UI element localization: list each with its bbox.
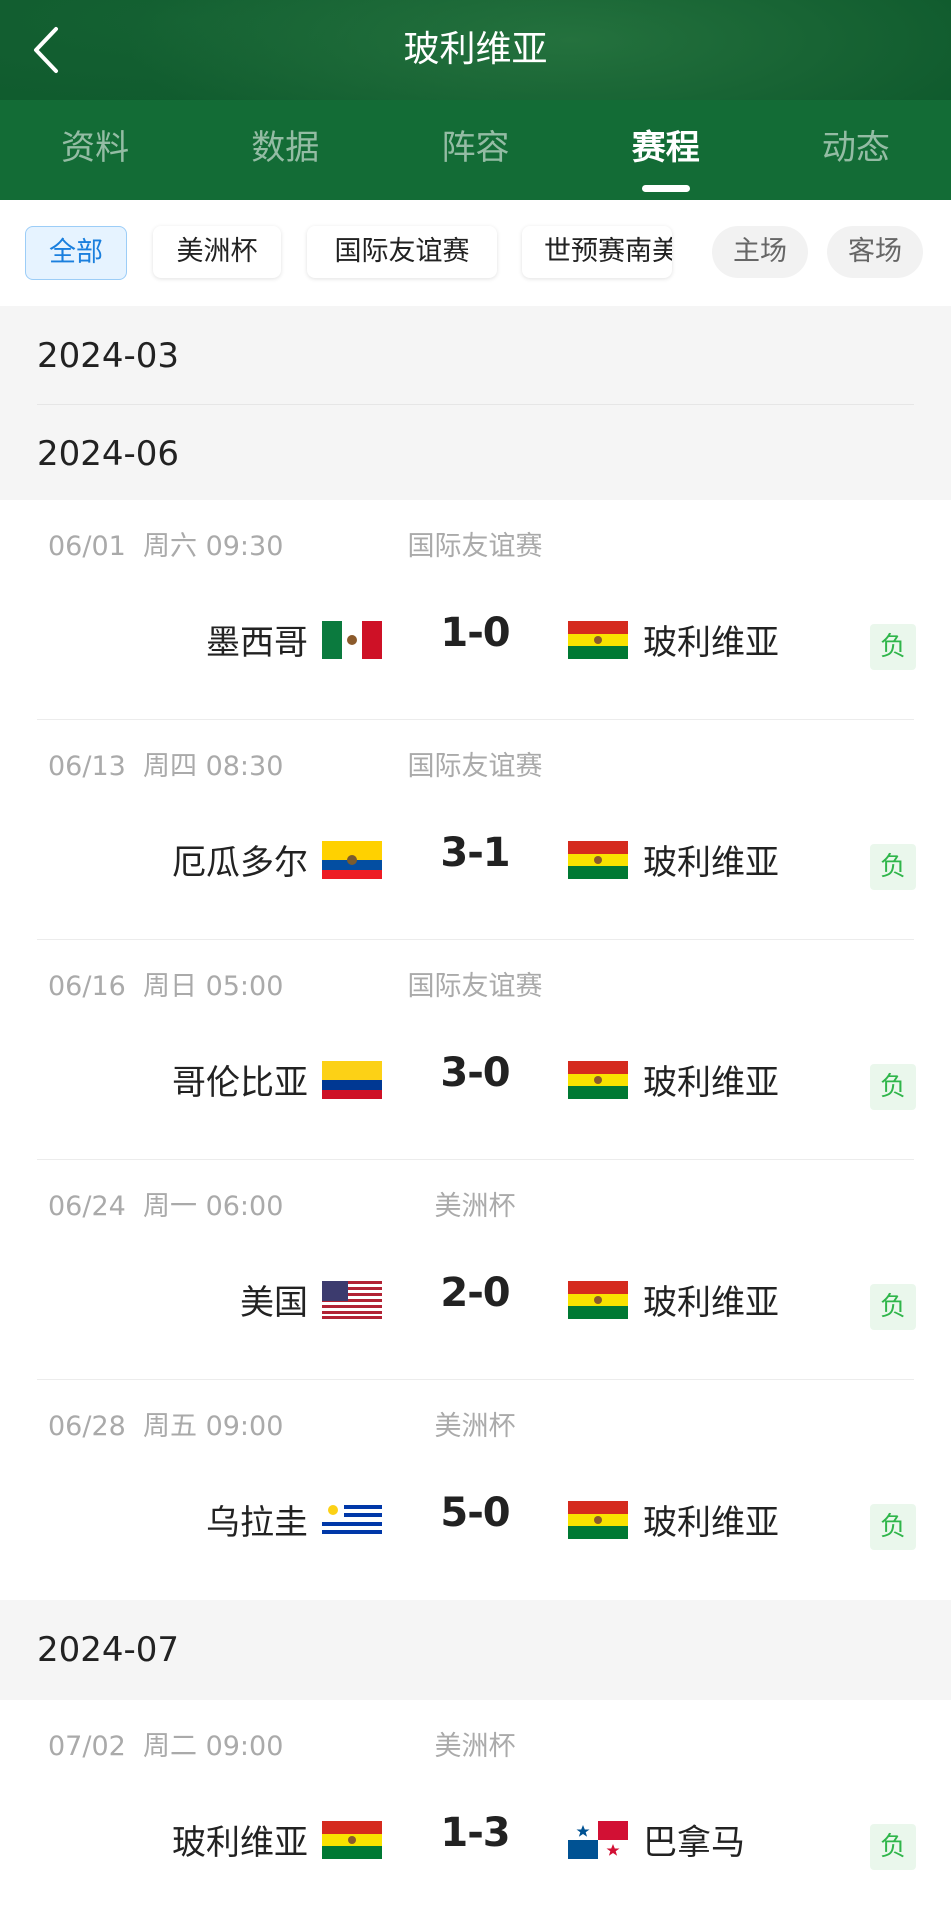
home-team: 厄瓜多尔 — [172, 843, 308, 883]
month-label[interactable]: 2024-03 — [37, 336, 179, 376]
bolivia-flag-icon — [568, 1501, 628, 1539]
match-row[interactable]: 06/01 周六 09:30 国际友谊赛 墨西哥 1-0 玻利维亚 负 — [0, 500, 951, 720]
match-score: 3-0 — [440, 1050, 510, 1096]
away-team: 玻利维亚 — [643, 843, 779, 883]
result-badge: 负 — [870, 624, 916, 670]
header: 玻利维亚 资料 数据 阵容 赛程 动态 — [0, 0, 951, 200]
away-team: 玻利维亚 — [643, 1503, 779, 1543]
away-team: 玻利维亚 — [643, 1063, 779, 1103]
match-competition: 美洲杯 — [434, 1411, 516, 1442]
bolivia-flag-icon — [322, 1821, 382, 1859]
match-competition: 国际友谊赛 — [407, 751, 543, 782]
match-competition: 国际友谊赛 — [407, 971, 543, 1002]
tab-news[interactable]: 动态 — [761, 100, 951, 200]
bolivia-flag-icon — [568, 1281, 628, 1319]
match-row[interactable]: 06/28 周五 09:00 美洲杯 乌拉圭 5-0 玻利维亚 负 — [0, 1380, 951, 1600]
tab-bar: 资料 数据 阵容 赛程 动态 — [0, 100, 951, 200]
uruguay-flag-icon — [322, 1501, 382, 1539]
match-score: 3-1 — [440, 830, 510, 876]
match-score: 5-0 — [440, 1490, 510, 1536]
away-team: 玻利维亚 — [643, 623, 779, 663]
home-team: 乌拉圭 — [206, 1503, 308, 1543]
match-datetime: 06/01 周六 09:30 — [48, 531, 284, 562]
result-badge: 负 — [870, 1824, 916, 1870]
ecuador-flag-icon — [322, 841, 382, 879]
tab-profile[interactable]: 资料 — [0, 100, 190, 200]
match-row[interactable]: 06/13 周四 08:30 国际友谊赛 厄瓜多尔 3-1 玻利维亚 负 — [0, 720, 951, 940]
mexico-flag-icon — [322, 621, 382, 659]
match-score: 2-0 — [440, 1270, 510, 1316]
bolivia-flag-icon — [568, 841, 628, 879]
filter-bar: 全部 美洲杯 国际友谊赛 世预赛南美 主场 客场 — [0, 200, 951, 306]
match-datetime: 06/28 周五 09:00 — [48, 1411, 284, 1442]
match-competition: 美洲杯 — [434, 1731, 516, 1762]
chevron-left-icon — [34, 27, 58, 73]
home-team: 哥伦比亚 — [172, 1063, 308, 1103]
filter-away[interactable]: 客场 — [827, 226, 923, 278]
match-datetime: 06/16 周日 05:00 — [48, 971, 284, 1002]
match-datetime: 06/24 周一 06:00 — [48, 1191, 284, 1222]
result-badge: 负 — [870, 844, 916, 890]
match-row[interactable]: 06/24 周一 06:00 美洲杯 美国 2-0 玻利维亚 负 — [0, 1160, 951, 1380]
month-section: 2024-03 2024-06 — [0, 306, 951, 500]
match-competition: 国际友谊赛 — [407, 531, 543, 562]
top-bar: 玻利维亚 — [0, 0, 951, 100]
filter-home[interactable]: 主场 — [712, 226, 808, 278]
divider — [37, 404, 914, 405]
away-team: 巴拿马 — [643, 1823, 745, 1863]
match-score: 1-0 — [440, 610, 510, 656]
panama-flag-icon — [568, 1821, 628, 1859]
filter-friendly[interactable]: 国际友谊赛 — [307, 226, 497, 278]
match-row[interactable]: 07/02 周二 09:00 美洲杯 玻利维亚 1-3 巴拿马 负 — [0, 1700, 951, 1920]
month-section: 2024-07 — [0, 1600, 951, 1700]
filter-copa-america[interactable]: 美洲杯 — [153, 226, 281, 278]
result-badge: 负 — [870, 1284, 916, 1330]
tab-schedule[interactable]: 赛程 — [571, 100, 761, 200]
back-button[interactable] — [22, 20, 82, 80]
filter-wc-qualifier[interactable]: 世预赛南美 — [522, 226, 672, 278]
home-team: 墨西哥 — [206, 623, 308, 663]
page-title: 玻利维亚 — [403, 29, 548, 70]
match-score: 1-3 — [440, 1810, 510, 1856]
month-label[interactable]: 2024-06 — [37, 434, 179, 474]
match-competition: 美洲杯 — [434, 1191, 516, 1222]
match-datetime: 06/13 周四 08:30 — [48, 751, 284, 782]
filter-all[interactable]: 全部 — [25, 226, 127, 280]
colombia-flag-icon — [322, 1061, 382, 1099]
result-badge: 负 — [870, 1064, 916, 1110]
home-team: 玻利维亚 — [172, 1823, 308, 1863]
away-team: 玻利维亚 — [643, 1283, 779, 1323]
result-badge: 负 — [870, 1504, 916, 1550]
match-datetime: 07/02 周二 09:00 — [48, 1731, 284, 1762]
bolivia-flag-icon — [568, 621, 628, 659]
usa-flag-icon — [322, 1281, 382, 1319]
tab-stats[interactable]: 数据 — [190, 100, 380, 200]
home-team: 美国 — [240, 1283, 308, 1323]
tab-lineup[interactable]: 阵容 — [380, 100, 570, 200]
bolivia-flag-icon — [568, 1061, 628, 1099]
month-label[interactable]: 2024-07 — [37, 1630, 179, 1670]
match-row[interactable]: 06/16 周日 05:00 国际友谊赛 哥伦比亚 3-0 玻利维亚 负 — [0, 940, 951, 1160]
